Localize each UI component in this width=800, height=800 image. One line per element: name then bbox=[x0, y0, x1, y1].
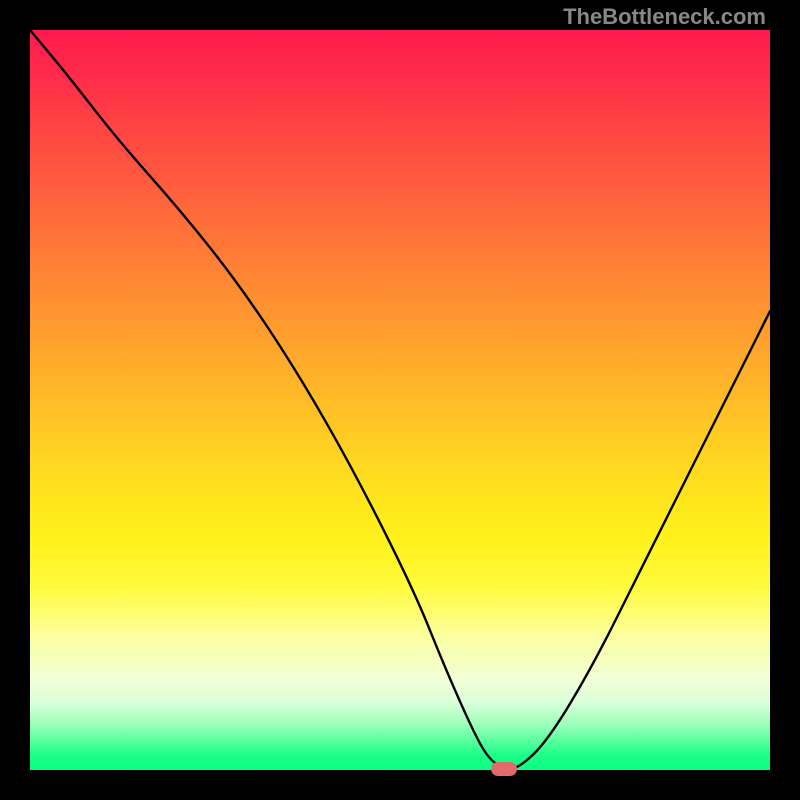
bottleneck-curve bbox=[30, 30, 770, 770]
chart-container: TheBottleneck.com bbox=[0, 0, 800, 800]
watermark-label: TheBottleneck.com bbox=[563, 4, 766, 30]
optimal-marker bbox=[491, 762, 517, 776]
